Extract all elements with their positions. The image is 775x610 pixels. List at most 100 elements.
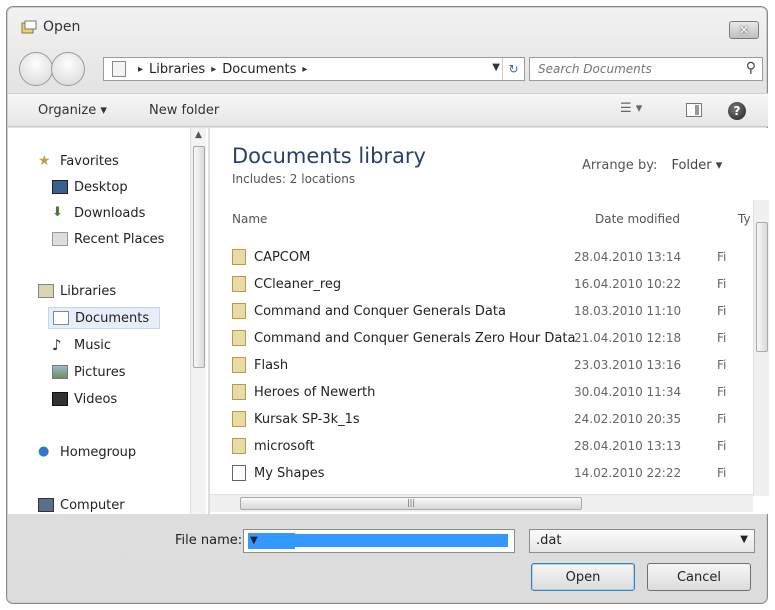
- nav-music[interactable]: ♪ Music: [52, 334, 111, 356]
- nav-favorites[interactable]: ★ Favorites: [38, 150, 119, 172]
- recent-places-icon: [52, 232, 68, 246]
- breadcrumb-libraries[interactable]: Libraries: [149, 62, 205, 77]
- preview-pane-icon[interactable]: [686, 103, 702, 117]
- file-name: Kursak SP-3k_1s: [254, 411, 360, 427]
- search-input[interactable]: [538, 62, 738, 76]
- nav-buttons: [19, 52, 95, 86]
- file-date: 14.02.2010 22:22: [574, 466, 682, 480]
- nav-scrollbar[interactable]: ▲: [190, 128, 206, 514]
- address-bar[interactable]: ▸ Libraries ▸ Documents ▸ ▼ ↻: [103, 57, 525, 81]
- chevron-down-icon[interactable]: ▼: [248, 534, 508, 547]
- file-date: 23.03.2010 13:16: [574, 358, 682, 372]
- file-date: 21.04.2010 12:18: [574, 331, 682, 345]
- search-icon[interactable]: ⚲: [746, 60, 756, 76]
- close-button[interactable]: ✕: [729, 21, 759, 39]
- file-name: microsoft: [254, 438, 315, 454]
- nav-pictures[interactable]: Pictures: [52, 361, 125, 383]
- open-dialog-icon: [21, 20, 37, 34]
- file-row[interactable]: Heroes of Newerth 30.04.2010 11:34 Fi: [232, 381, 752, 403]
- chevron-right-icon[interactable]: ▸: [138, 64, 143, 75]
- column-header-type[interactable]: Ty: [738, 212, 751, 226]
- nav-videos[interactable]: Videos: [52, 388, 117, 410]
- star-icon: ★: [38, 153, 51, 169]
- file-row[interactable]: CCleaner_reg 16.04.2010 10:22 Fi: [232, 273, 752, 295]
- chevron-down-icon[interactable]: ▼: [492, 62, 500, 73]
- file-date: 30.04.2010 11:34: [574, 385, 682, 399]
- scroll-thumb[interactable]: [193, 146, 205, 368]
- nav-desktop[interactable]: Desktop: [52, 176, 128, 198]
- open-button[interactable]: Open: [531, 563, 635, 591]
- scroll-up-icon[interactable]: ▲: [195, 130, 202, 140]
- folder-icon: [232, 384, 246, 400]
- folder-icon: [232, 330, 246, 346]
- file-name-field[interactable]: ar0000 ▼: [243, 529, 515, 553]
- file-row[interactable]: microsoft 28.04.2010 13:13 Fi: [232, 435, 752, 457]
- file-list-horizontal-scrollbar[interactable]: |||: [210, 494, 753, 512]
- file-type: Fi: [717, 250, 727, 264]
- folder-icon: [232, 276, 246, 292]
- nav-recent-places[interactable]: Recent Places: [52, 228, 164, 250]
- chevron-right-icon[interactable]: ▸: [211, 64, 216, 75]
- scroll-thumb[interactable]: |||: [240, 497, 582, 510]
- library-subtitle[interactable]: Includes: 2 locations: [232, 172, 355, 186]
- nav-libraries[interactable]: Libraries: [38, 280, 116, 302]
- search-box[interactable]: ⚲: [529, 57, 763, 81]
- music-icon: ♪: [52, 336, 62, 354]
- column-header-name[interactable]: Name: [232, 212, 267, 226]
- nav-label: Homegroup: [60, 444, 137, 460]
- chevron-down-icon[interactable]: ▼: [740, 534, 748, 545]
- cancel-button[interactable]: Cancel: [647, 563, 751, 591]
- file-date: 18.03.2010 11:10: [574, 304, 682, 318]
- nav-label: Documents: [75, 310, 150, 326]
- file-name: CAPCOM: [254, 249, 311, 265]
- file-type: Fi: [717, 412, 727, 426]
- file-row[interactable]: Flash 23.03.2010 13:16 Fi: [232, 354, 752, 376]
- file-row[interactable]: Command and Conquer Generals Data 18.03.…: [232, 300, 752, 322]
- document-icon: [53, 311, 69, 325]
- folder-icon: [232, 438, 246, 454]
- folder-icon: [232, 357, 246, 373]
- back-button[interactable]: [19, 52, 53, 86]
- breadcrumb-documents[interactable]: Documents: [222, 62, 296, 77]
- chevron-right-icon[interactable]: ▸: [302, 64, 307, 75]
- file-type: Fi: [717, 439, 727, 453]
- nav-downloads[interactable]: ⬇ Downloads: [52, 202, 145, 224]
- file-type: Fi: [717, 358, 727, 372]
- refresh-icon[interactable]: ↻: [502, 58, 524, 80]
- file-row[interactable]: Command and Conquer Generals Zero Hour D…: [232, 327, 752, 349]
- file-list-vertical-scrollbar[interactable]: [753, 200, 769, 496]
- forward-button[interactable]: [51, 52, 85, 86]
- navigation-pane: ★ Favorites Desktop ⬇ Downloads Recent P…: [8, 128, 208, 514]
- scroll-thumb[interactable]: [756, 222, 768, 352]
- nav-label: Pictures: [74, 364, 126, 380]
- nav-computer[interactable]: Computer: [38, 494, 125, 516]
- column-header-date[interactable]: Date modified: [595, 212, 680, 226]
- libraries-icon: [38, 284, 54, 298]
- view-options-icon[interactable]: ☰ ▾: [620, 101, 642, 116]
- file-row[interactable]: Kursak SP-3k_1s 24.02.2010 20:35 Fi: [232, 408, 752, 430]
- help-icon[interactable]: ?: [728, 102, 746, 120]
- nav-label: Downloads: [74, 205, 146, 221]
- file-row[interactable]: My Shapes 14.02.2010 22:22 Fi: [232, 462, 752, 484]
- folder-icon: [232, 303, 246, 319]
- toolbar: Organize ▾ New folder ☰ ▾ ?: [8, 93, 768, 127]
- homegroup-icon: ●: [38, 444, 50, 459]
- pictures-icon: [52, 365, 68, 379]
- file-name: Heroes of Newerth: [254, 384, 376, 400]
- file-type: Fi: [717, 304, 727, 318]
- nav-label: Favorites: [60, 153, 119, 169]
- nav-homegroup[interactable]: ● Homegroup: [38, 441, 136, 463]
- document-icon: [112, 61, 126, 77]
- file-name: Command and Conquer Generals Data: [254, 303, 506, 319]
- file-name: My Shapes: [254, 465, 325, 481]
- file-type-select[interactable]: .dat ▼: [529, 529, 755, 553]
- nav-documents[interactable]: Documents: [48, 307, 160, 329]
- file-type: Fi: [717, 331, 727, 345]
- title-bar: Open ✕: [7, 7, 767, 47]
- arrange-dropdown[interactable]: Folder ▾: [671, 158, 722, 173]
- arrange-label: Arrange by:: [582, 158, 658, 173]
- library-title: Documents library: [232, 144, 426, 168]
- organize-button[interactable]: Organize ▾: [38, 103, 107, 118]
- file-row[interactable]: CAPCOM 28.04.2010 13:14 Fi: [232, 246, 752, 268]
- new-folder-button[interactable]: New folder: [149, 103, 219, 118]
